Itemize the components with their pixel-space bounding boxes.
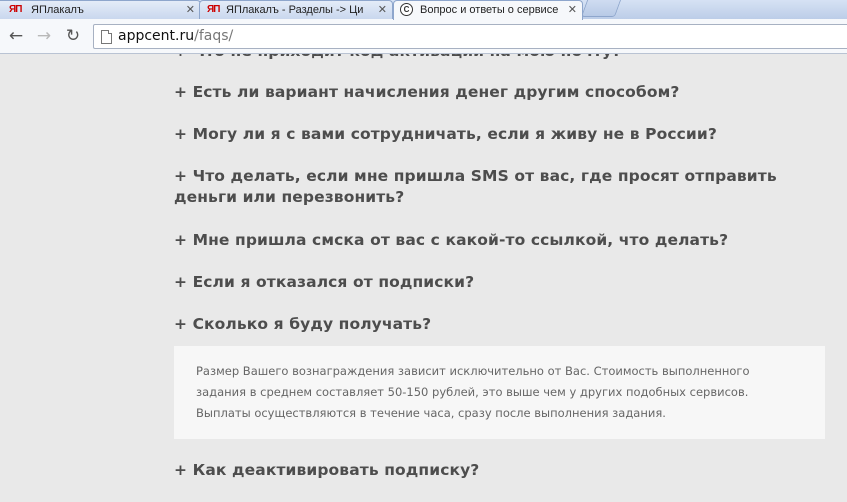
new-tab-button[interactable] (580, 0, 622, 17)
faq-item[interactable]: + Что делать, если мне пришла SMS от вас… (174, 166, 834, 208)
browser-toolbar: ← → ↻ appcent.ru/faqs/ (0, 19, 847, 54)
tab-title: ЯПлакалъ - Разделы -> Ци (226, 4, 364, 16)
tab-title: ЯПлакалъ (31, 4, 84, 16)
tab-title: Вопрос и ответы о сервисе (420, 4, 559, 16)
close-icon[interactable]: ✕ (378, 3, 387, 16)
close-icon[interactable]: ✕ (568, 3, 577, 16)
page-icon (101, 30, 112, 44)
back-arrow-icon[interactable]: ← (6, 26, 26, 46)
url-text: appcent.ru/faqs/ (118, 28, 233, 44)
tab-strip: ЯП ЯПлакалъ ✕ ЯП ЯПлакалъ - Разделы -> Ц… (0, 0, 847, 20)
url-path: /faqs/ (194, 28, 234, 44)
faq-item-expanded[interactable]: + Сколько я буду получать? (174, 314, 834, 335)
faq-item[interactable]: + Как деактивировать подписку? (174, 460, 834, 481)
tab-yaplakal-2[interactable]: ЯП ЯПлакалъ - Разделы -> Ци ✕ (199, 0, 393, 19)
url-domain: appcent.ru (118, 28, 195, 44)
faq-item[interactable]: + Могу ли я с вами сотрудничать, если я … (174, 124, 834, 145)
forward-arrow-icon[interactable]: → (34, 26, 54, 46)
yaplakal-favicon-icon: ЯП (9, 4, 22, 15)
reload-icon[interactable]: ↻ (63, 26, 83, 46)
page-content: + Что не приходит код активации на мою п… (0, 54, 847, 502)
tab-yaplakal-1[interactable]: ЯП ЯПлакалъ ✕ (0, 0, 201, 19)
yaplakal-favicon-icon: ЯП (207, 4, 220, 15)
faq-item[interactable]: + Если я отказался от подписки? (174, 272, 834, 293)
faq-item[interactable]: + Есть ли вариант начисления денег други… (174, 82, 834, 103)
faq-item[interactable]: + Мне пришла смска от вас с какой-то ссы… (174, 230, 834, 251)
tab-appcent-faq[interactable]: C Вопрос и ответы о сервисе ✕ (393, 0, 583, 20)
close-icon[interactable]: ✕ (186, 3, 195, 16)
appcent-favicon-icon: C (400, 3, 413, 16)
address-bar[interactable]: appcent.ru/faqs/ (93, 24, 847, 49)
faq-answer: Размер Вашего вознаграждения зависит иск… (174, 346, 825, 439)
faq-item-cut[interactable]: + Что не приходит код активации на мою п… (174, 54, 834, 62)
